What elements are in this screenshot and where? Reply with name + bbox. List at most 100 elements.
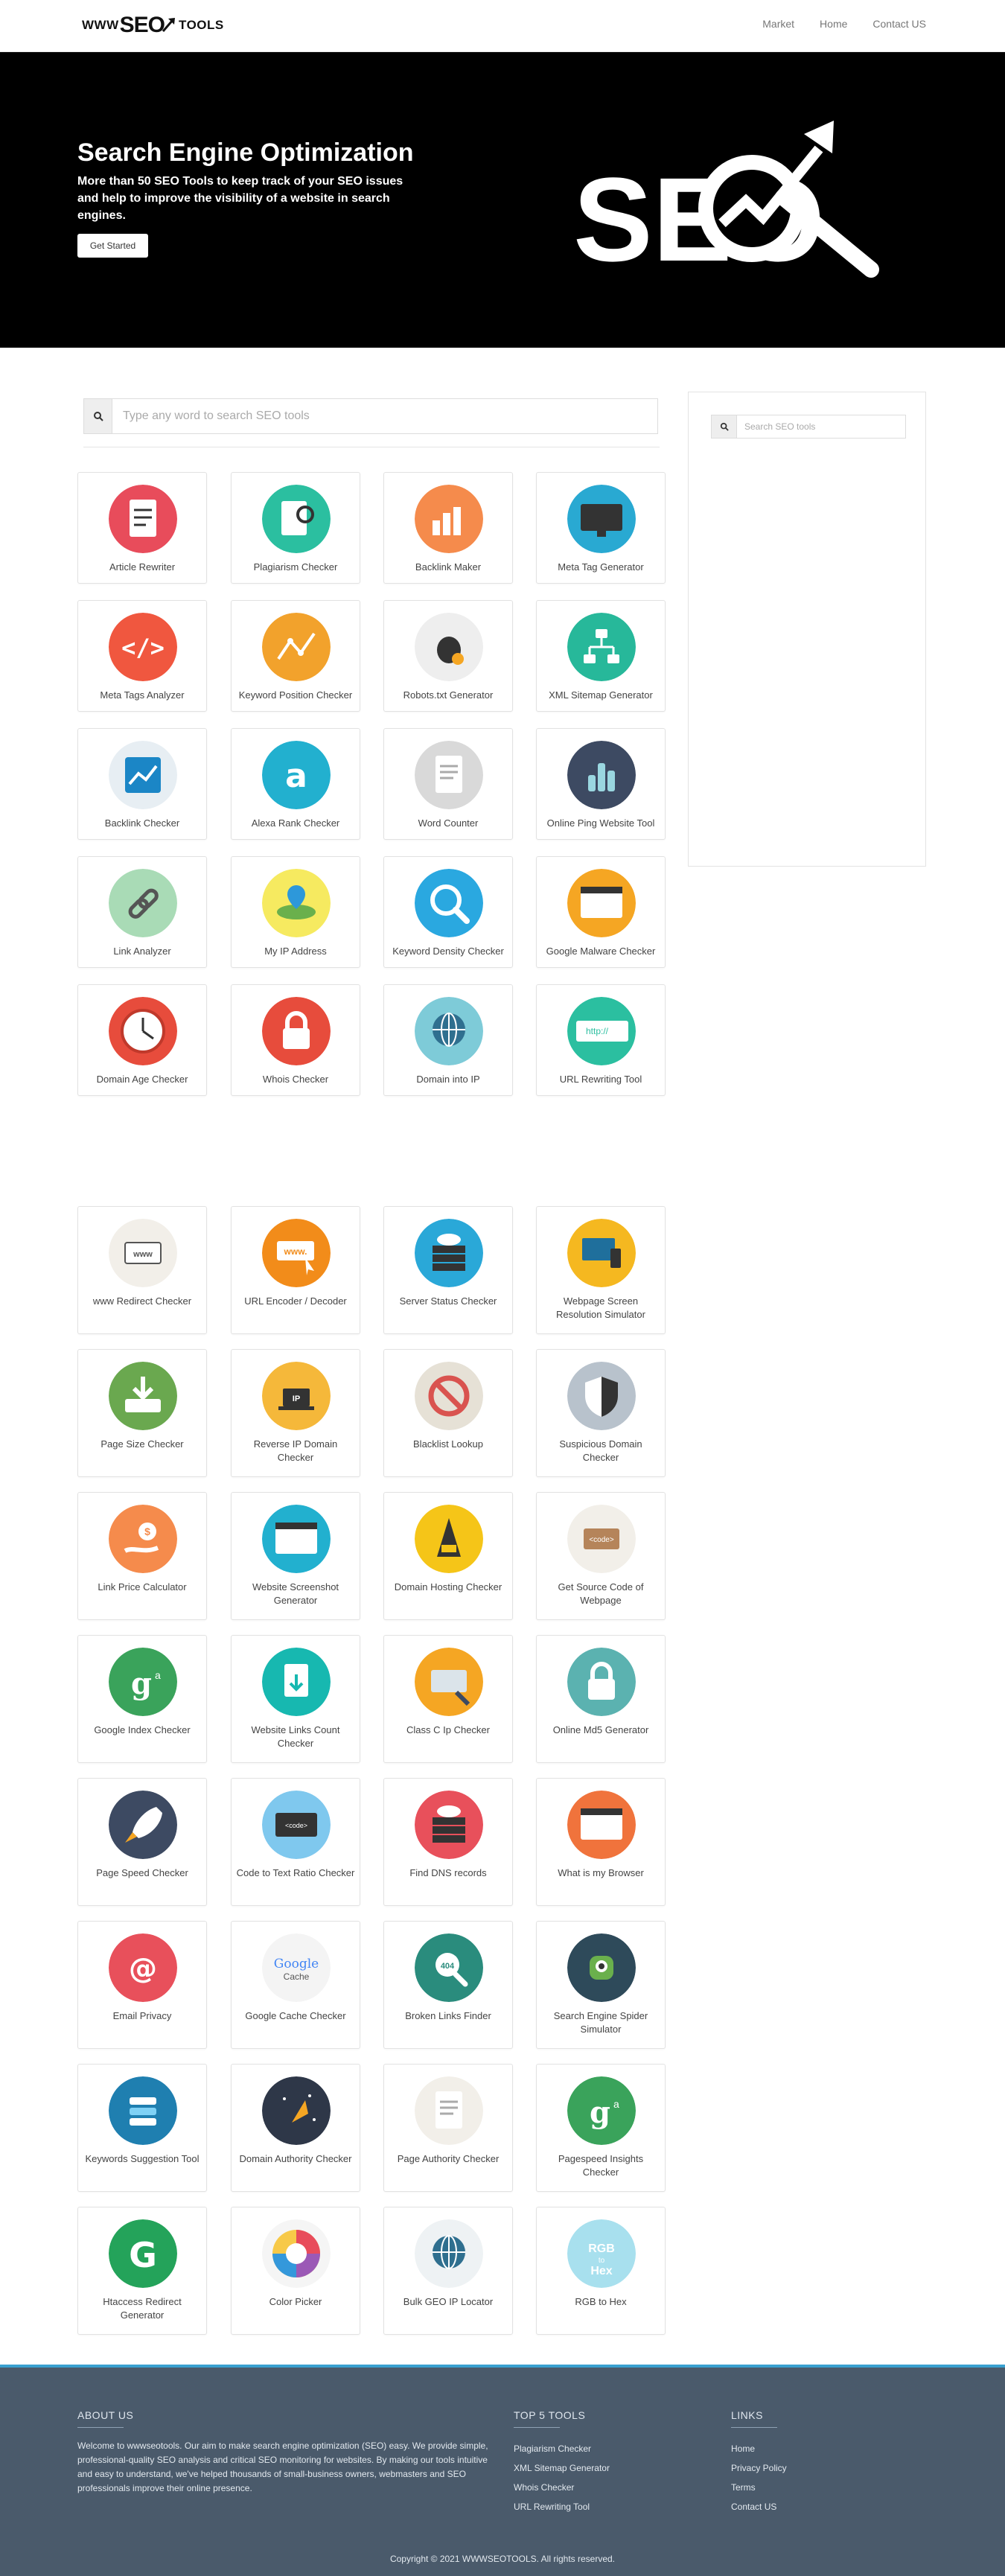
tool-card[interactable]: <code> Get Source Code of Webpage (536, 1492, 666, 1620)
tool-card[interactable]: Link Analyzer (77, 856, 207, 968)
tool-card[interactable]: Robots.txt Generator (383, 600, 513, 712)
site-logo[interactable]: WWW SEO TOOLS (82, 10, 224, 40)
tool-card[interactable]: <code> Code to Text Ratio Checker (231, 1778, 360, 1906)
copyright-text: Copyright © 2021 WWWSEOTOOLS. All rights… (389, 2554, 616, 2564)
tool-card[interactable]: Domain into IP (383, 984, 513, 1096)
search-input[interactable] (112, 399, 657, 433)
tool-card-label: Server Status Checker (399, 1295, 497, 1307)
tool-card[interactable]: g a Pagespeed Insights Checker (536, 2064, 666, 2192)
tool-card[interactable]: Domain Hosting Checker (383, 1492, 513, 1620)
ip-laptop-icon: IP (262, 1362, 331, 1430)
footer-about-title: ABOUT US (77, 2409, 134, 2428)
tool-card-label: Keyword Density Checker (392, 946, 504, 957)
sidebar-panel (688, 392, 926, 867)
svg-text:404: 404 (441, 1962, 455, 1971)
tool-card[interactable]: Backlink Maker (383, 472, 513, 584)
tool-card[interactable]: Whois Checker (231, 984, 360, 1096)
tool-card-label: Pagespeed Insights Checker (558, 2153, 644, 2178)
tool-card[interactable]: Color Picker (231, 2207, 360, 2335)
footer-link-terms[interactable]: Terms (731, 2478, 787, 2497)
sidebar-search-button[interactable] (712, 415, 737, 438)
tool-card[interactable]: g a Google Index Checker (77, 1635, 207, 1763)
tool-card[interactable]: Page Size Checker (77, 1349, 207, 1477)
sidebar-search-input[interactable] (737, 415, 905, 438)
svg-text:RGB: RGB (588, 2242, 615, 2255)
plagiarism-icon (262, 485, 331, 553)
tool-card[interactable]: Article Rewriter (77, 472, 207, 584)
hero-title: Search Engine Optimization (77, 138, 414, 167)
tool-card[interactable]: IP Reverse IP Domain Checker (231, 1349, 360, 1477)
tool-card[interactable]: Plagiarism Checker (231, 472, 360, 584)
tool-card[interactable]: Online Ping Website Tool (536, 728, 666, 840)
tool-card[interactable]: Suspicious Domain Checker (536, 1349, 666, 1477)
footer-link-contact[interactable]: Contact US (731, 2497, 787, 2516)
tool-card[interactable]: @ Email Privacy (77, 1921, 207, 2049)
tool-card[interactable]: </> Meta Tags Analyzer (77, 600, 207, 712)
top-navbar: WWW SEO TOOLS Market Home Contact US (0, 0, 1005, 52)
tool-card[interactable]: Word Counter (383, 728, 513, 840)
browser-icon (567, 869, 636, 937)
server-cloud-icon (415, 1219, 483, 1287)
footer-top-tool-link[interactable]: URL Rewriting Tool (514, 2497, 610, 2516)
tool-card-label: URL Rewriting Tool (559, 1074, 642, 1085)
svg-text:to: to (599, 2257, 605, 2265)
tool-card[interactable]: Meta Tag Generator (536, 472, 666, 584)
footer-link-privacy[interactable]: Privacy Policy (731, 2458, 787, 2478)
tool-card[interactable]: Page Speed Checker (77, 1778, 207, 1906)
tool-card[interactable]: 404 Broken Links Finder (383, 1921, 513, 2049)
magnifier-404-icon: 404 (415, 1933, 483, 2002)
tool-card-label: Code to Text Ratio Checker (236, 1867, 355, 1878)
tool-card[interactable]: www. URL Encoder / Decoder (231, 1206, 360, 1334)
search-icon (93, 412, 103, 421)
nav-link-home[interactable]: Home (820, 18, 847, 30)
tool-card[interactable]: Online Md5 Generator (536, 1635, 666, 1763)
footer-link-home[interactable]: Home (731, 2439, 787, 2458)
tool-card[interactable]: Domain Age Checker (77, 984, 207, 1096)
tool-card[interactable]: www www Redirect Checker (77, 1206, 207, 1334)
logo-seo: SEO (119, 13, 165, 37)
tool-card[interactable]: Domain Authority Checker (231, 2064, 360, 2192)
tool-card[interactable]: Search Engine Spider Simulator (536, 1921, 666, 2049)
tool-card[interactable]: G Htaccess Redirect Generator (77, 2207, 207, 2335)
footer-top-tool-link[interactable]: XML Sitemap Generator (514, 2458, 610, 2478)
tool-card[interactable]: Website Screenshot Generator (231, 1492, 360, 1620)
tool-card[interactable]: Class C Ip Checker (383, 1635, 513, 1763)
svg-text:$: $ (144, 1525, 150, 1537)
tool-card[interactable]: Keyword Position Checker (231, 600, 360, 712)
tool-card[interactable]: Google Cache Google Cache Checker (231, 1921, 360, 2049)
tool-card-label: Bulk GEO IP Locator (403, 2296, 494, 2307)
tool-card[interactable]: Server Status Checker (383, 1206, 513, 1334)
svg-text:G: G (129, 2235, 157, 2275)
svg-text:</>: </> (121, 634, 165, 662)
tool-card[interactable]: a Alexa Rank Checker (231, 728, 360, 840)
tool-card-label: Get Source Code of Webpage (558, 1581, 644, 1606)
tool-card[interactable]: Backlink Checker (77, 728, 207, 840)
tool-card[interactable]: XML Sitemap Generator (536, 600, 666, 712)
search-button[interactable] (84, 399, 112, 433)
tool-card[interactable]: $ Link Price Calculator (77, 1492, 207, 1620)
links-count-icon (262, 1648, 331, 1716)
tool-card-label: Backlink Checker (104, 817, 180, 829)
tool-card[interactable]: Keyword Density Checker (383, 856, 513, 968)
chart-icon (109, 741, 177, 809)
nav-link-contact[interactable]: Contact US (872, 18, 926, 30)
tool-card[interactable]: Google Malware Checker (536, 856, 666, 968)
tool-card[interactable]: Find DNS records (383, 1778, 513, 1906)
tool-card[interactable]: RGB to Hex RGB to Hex (536, 2207, 666, 2335)
tool-card[interactable]: http:// URL Rewriting Tool (536, 984, 666, 1096)
tool-card[interactable]: Webpage Screen Resolution Simulator (536, 1206, 666, 1334)
footer-top-tool-link[interactable]: Plagiarism Checker (514, 2439, 610, 2458)
tool-card-label: Page Authority Checker (397, 2153, 500, 2164)
class-c-icon (415, 1648, 483, 1716)
tool-card[interactable]: Page Authority Checker (383, 2064, 513, 2192)
footer-top-tool-link[interactable]: Whois Checker (514, 2478, 610, 2497)
footer-links-list: Home Privacy Policy Terms Contact US (731, 2439, 787, 2516)
tool-card[interactable]: Website Links Count Checker (231, 1635, 360, 1763)
tool-card[interactable]: What is my Browser (536, 1778, 666, 1906)
tool-card[interactable]: Keywords Suggestion Tool (77, 2064, 207, 2192)
nav-link-market[interactable]: Market (762, 18, 794, 30)
tool-card[interactable]: My IP Address (231, 856, 360, 968)
get-started-button[interactable]: Get Started (77, 234, 148, 258)
tool-card[interactable]: Bulk GEO IP Locator (383, 2207, 513, 2335)
tool-card[interactable]: Blacklist Lookup (383, 1349, 513, 1477)
